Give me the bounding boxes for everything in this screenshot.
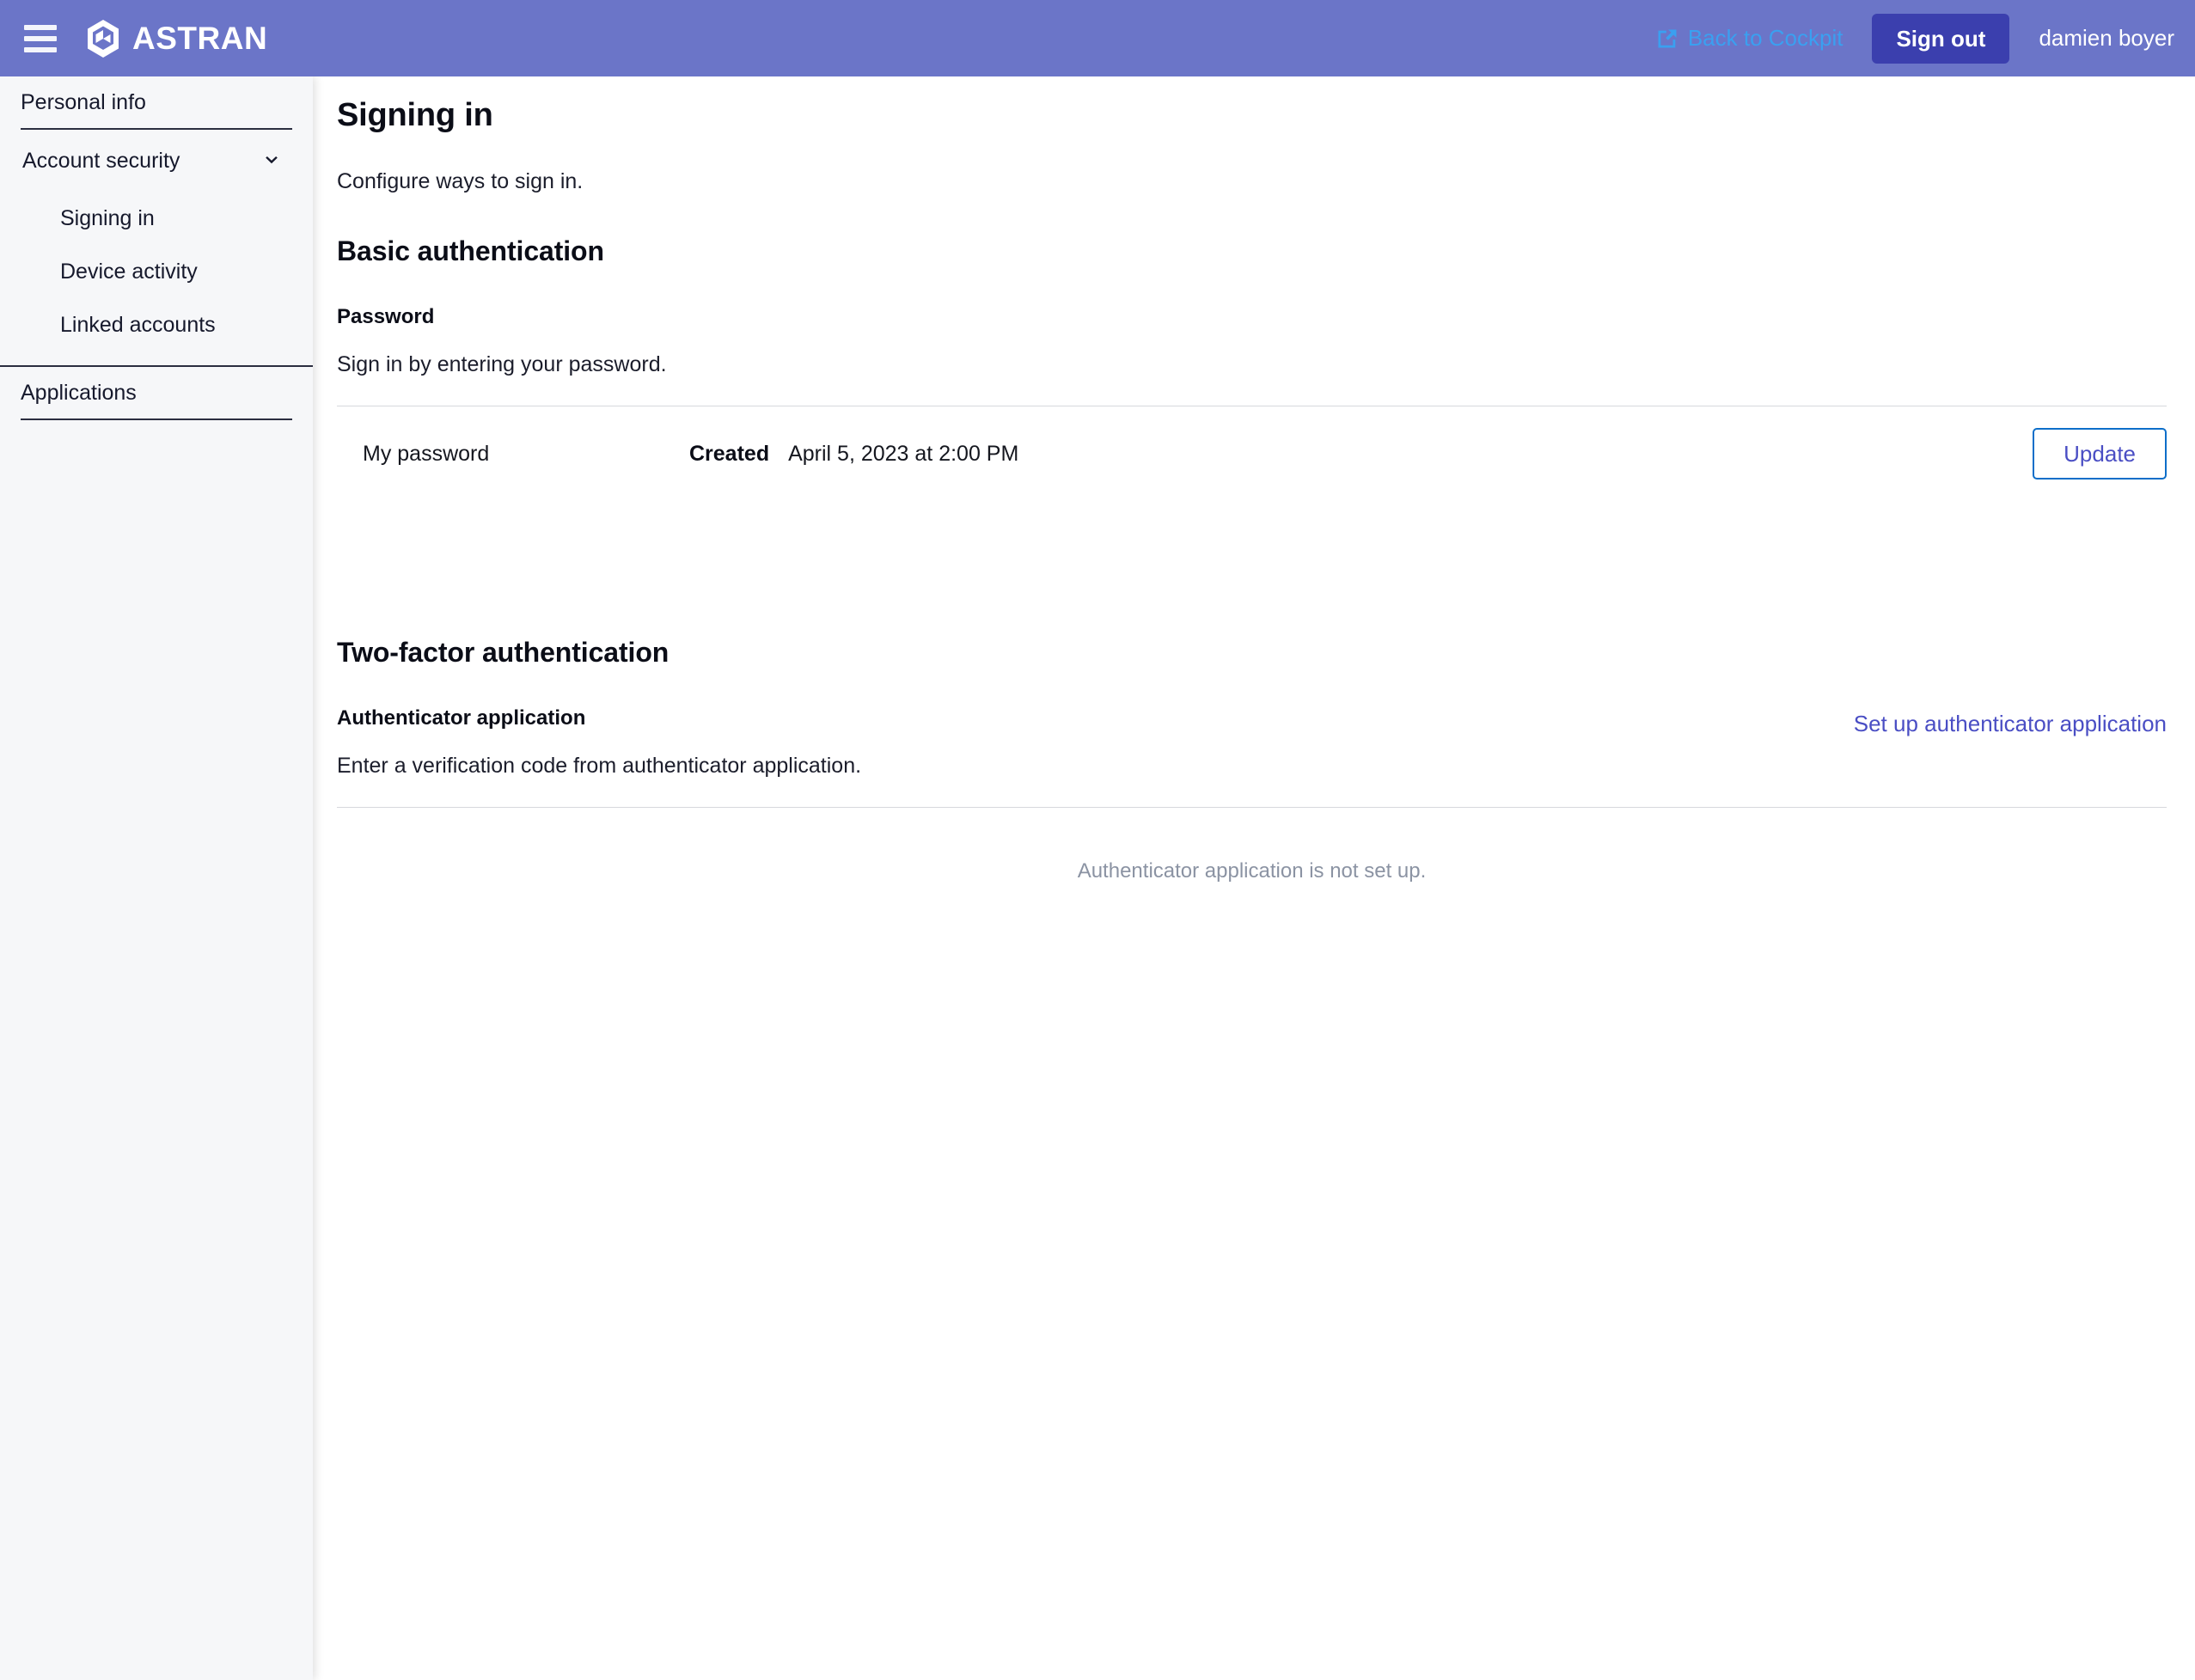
setup-authenticator-application-link[interactable]: Set up authenticator application — [1854, 711, 2167, 737]
credential-meta-key: Created — [689, 441, 770, 466]
main-content: Signing in Configure ways to sign in. Ba… — [313, 76, 2195, 1680]
sidebar-group-personal-info: Personal info — [0, 76, 313, 130]
page-title: Signing in — [337, 97, 493, 133]
hamburger-bar — [24, 46, 57, 52]
chevron-down-icon — [266, 156, 278, 164]
sign-out-button[interactable]: Sign out — [1872, 13, 2010, 64]
sidebar-item-signing-in[interactable]: Signing in — [0, 192, 313, 245]
sidebar-item-linked-accounts[interactable]: Linked accounts — [0, 298, 313, 351]
page-subtitle: Configure ways to sign in. — [337, 169, 584, 193]
credential-meta: Created April 5, 2023 at 2:00 PM — [689, 442, 2033, 467]
sidebar-item-label: Applications — [21, 380, 137, 405]
sidebar-item-label: Linked accounts — [60, 312, 216, 337]
back-to-cockpit-label: Back to Cockpit — [1687, 25, 1843, 51]
two-factor-text-block: Authenticator application Enter a verifi… — [337, 669, 1854, 779]
sidebar-item-applications[interactable]: Applications — [21, 367, 292, 420]
credential-meta-value: April 5, 2023 at 2:00 PM — [788, 441, 1019, 466]
hamburger-bar — [24, 35, 57, 41]
hamburger-bar — [24, 24, 57, 30]
two-factor-header: Authenticator application Enter a verifi… — [337, 669, 2167, 779]
authenticator-empty-message: Authenticator application is not set up. — [1077, 859, 1427, 883]
sidebar-item-label: Personal info — [21, 89, 146, 114]
user-name: damien boyer — [2039, 25, 2174, 51]
brand-name: ASTRAN — [132, 20, 268, 56]
astran-hex-logo-icon — [88, 19, 119, 58]
back-to-cockpit-link[interactable]: Back to Cockpit — [1655, 25, 1843, 52]
app-header: ASTRAN Back to Cockpit Sign out damien b… — [0, 0, 2195, 76]
header-actions: Back to Cockpit Sign out damien boyer — [1655, 13, 2195, 64]
sidebar-item-account-security[interactable]: Account security — [0, 130, 313, 192]
external-link-icon — [1658, 29, 1677, 47]
section-title-two-factor-authentication: Two-factor authentication — [337, 637, 670, 668]
field-label-password: Password — [337, 305, 435, 328]
field-description-password: Sign in by entering your password. — [337, 352, 667, 376]
sidebar-item-label: Account security — [22, 148, 180, 173]
brand-logo[interactable]: ASTRAN — [83, 18, 267, 59]
credential-name: My password — [363, 441, 490, 466]
divider — [337, 807, 2167, 808]
sidebar-item-label: Signing in — [60, 205, 155, 230]
sidebar-item-personal-info[interactable]: Personal info — [21, 76, 292, 130]
hamburger-icon[interactable] — [24, 21, 58, 56]
sidebar-item-device-activity[interactable]: Device activity — [0, 245, 313, 298]
sidebar-group-account-security: Account security Signing in Device activ… — [0, 130, 313, 365]
sidebar-nav: Personal info Account security Signing i… — [0, 76, 313, 1680]
table-row: My password Created April 5, 2023 at 2:0… — [337, 406, 2167, 501]
field-label-authenticator-application: Authenticator application — [337, 706, 586, 730]
update-password-button[interactable]: Update — [2033, 428, 2167, 480]
field-description-authenticator-application: Enter a verification code from authentic… — [337, 754, 862, 778]
section-title-basic-authentication: Basic authentication — [337, 235, 604, 266]
sidebar-item-label: Device activity — [60, 259, 198, 284]
sidebar-group-applications: Applications — [0, 365, 313, 420]
